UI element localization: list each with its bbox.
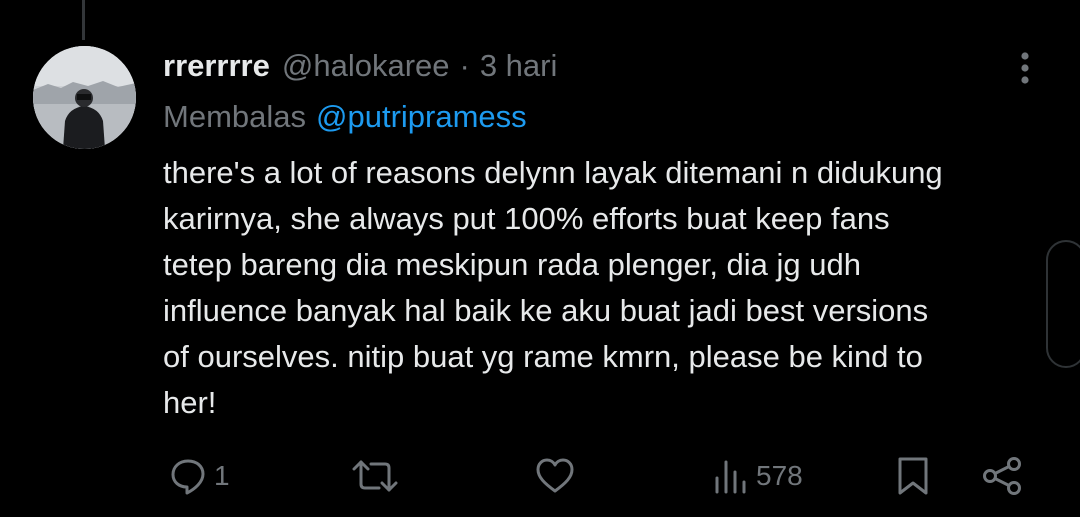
retweet-button[interactable] bbox=[352, 448, 398, 504]
views-chart-icon bbox=[715, 460, 746, 494]
like-button[interactable] bbox=[534, 448, 576, 504]
heart-icon bbox=[536, 458, 574, 493]
author-display-name[interactable]: rrerrrre bbox=[163, 48, 270, 84]
more-options-button[interactable] bbox=[1005, 48, 1045, 88]
reply-count: 1 bbox=[214, 460, 230, 491]
avatar-image bbox=[33, 46, 136, 149]
view-count: 578 bbox=[756, 460, 803, 491]
thread-connector-line bbox=[82, 0, 85, 40]
header-separator: · bbox=[459, 48, 470, 83]
replying-to: Membalas @putripramess bbox=[163, 95, 527, 139]
reply-icon bbox=[171, 459, 205, 495]
tweet-timestamp[interactable]: 3 hari bbox=[480, 48, 558, 84]
tweet-text-line: there's a lot of reasons delynn layak di… bbox=[163, 155, 943, 190]
replying-to-label: Membalas bbox=[163, 99, 306, 134]
share-icon bbox=[983, 457, 1021, 495]
scroll-handle[interactable] bbox=[1046, 240, 1080, 368]
author-handle[interactable]: @halokaree bbox=[282, 48, 450, 84]
avatar[interactable] bbox=[33, 46, 136, 149]
tweet-text-line: influence banyak hal baik ke aku buat ja… bbox=[163, 293, 929, 328]
tweet-text-line: tetep bareng dia meskipun rada plenger, … bbox=[163, 247, 861, 282]
bookmark-icon bbox=[898, 457, 928, 495]
replying-to-handle-link[interactable]: @putripramess bbox=[316, 99, 527, 135]
tweet-text-line: karirnya, she always put 100% efforts bu… bbox=[163, 201, 890, 236]
more-vertical-icon bbox=[1021, 52, 1029, 84]
views-button[interactable]: 578 bbox=[712, 448, 803, 504]
tweet-text-line: of ourselves. nitip buat yg rame kmrn, p… bbox=[163, 339, 923, 374]
retweet-icon bbox=[352, 460, 398, 492]
tweet-action-bar: 1 578 bbox=[0, 448, 1080, 504]
share-button[interactable] bbox=[980, 448, 1024, 504]
tweet-text-line: her! bbox=[163, 385, 217, 420]
tweet-header: rrerrrre @halokaree · 3 hari bbox=[163, 44, 557, 88]
bookmark-button[interactable] bbox=[894, 448, 932, 504]
tweet-text: there's a lot of reasons delynn layak di… bbox=[163, 150, 1053, 426]
reply-button[interactable]: 1 bbox=[168, 448, 230, 504]
